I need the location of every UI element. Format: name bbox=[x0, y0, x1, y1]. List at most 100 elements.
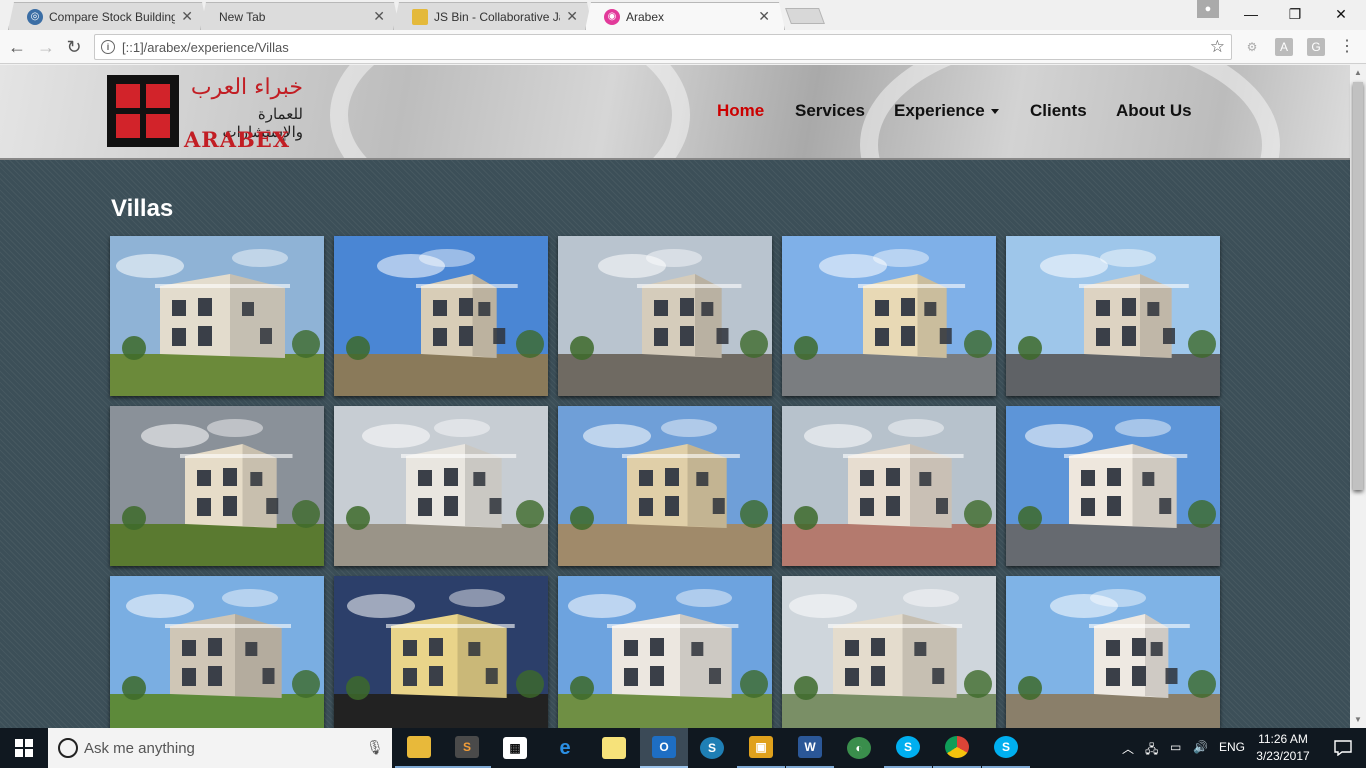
tab-title: Arabex bbox=[626, 9, 665, 24]
nav-experience[interactable]: Experience bbox=[894, 101, 999, 121]
villa-thumbnail[interactable] bbox=[782, 576, 996, 728]
search-placeholder: Ask me anything bbox=[84, 740, 195, 757]
sandboxie-icon: ▣ bbox=[749, 736, 773, 758]
villa-thumbnail[interactable] bbox=[1006, 406, 1220, 566]
show-hidden-icons-icon[interactable]: ︿ bbox=[1122, 740, 1134, 757]
close-tab-icon[interactable]: ✕ bbox=[373, 8, 385, 25]
close-tab-icon[interactable]: ✕ bbox=[758, 8, 770, 25]
browser-toolbar: ← → ↻ i [::1]/arabex/experience/Villas ☆… bbox=[0, 30, 1366, 64]
villa-thumbnail[interactable] bbox=[558, 406, 772, 566]
taskbar-network-app[interactable]: ◐ bbox=[835, 728, 883, 768]
villa-photo bbox=[110, 236, 324, 396]
villa-photo bbox=[782, 236, 996, 396]
page-viewport: خبراء العرب للعمارة والإستشارات ARABEX H… bbox=[0, 65, 1350, 728]
villa-thumbnail[interactable] bbox=[110, 576, 324, 728]
scroll-up-icon[interactable]: ▲ bbox=[1350, 65, 1366, 81]
taskbar-chrome[interactable] bbox=[933, 728, 981, 768]
scrollbar-thumb[interactable] bbox=[1353, 82, 1363, 490]
new-tab-button[interactable] bbox=[785, 8, 825, 24]
tab-jsbin[interactable]: JS Bin - Collaborative Jav ✕ bbox=[393, 2, 593, 30]
villa-thumbnail[interactable] bbox=[558, 576, 772, 728]
edge-icon: e bbox=[559, 736, 571, 759]
address-bar[interactable]: i [::1]/arabex/experience/Villas ☆ bbox=[94, 34, 1232, 60]
logo-latin-name: ARABEX bbox=[184, 127, 291, 152]
settings-extension-icon[interactable]: ⚙ bbox=[1243, 38, 1261, 56]
nav-clients[interactable]: Clients bbox=[1030, 101, 1087, 121]
action-center-icon[interactable] bbox=[1320, 728, 1366, 768]
volume-icon[interactable]: 🔊 bbox=[1193, 740, 1208, 754]
tab-strip: ◎ Compare Stock Building ✕ New Tab ✕ JS … bbox=[0, 0, 1366, 30]
battery-icon[interactable]: ▭ bbox=[1170, 740, 1181, 754]
taskbar-file-explorer[interactable] bbox=[395, 728, 443, 768]
taskbar-skype-business[interactable]: S bbox=[982, 728, 1030, 768]
back-icon[interactable]: ← bbox=[6, 36, 28, 58]
taskbar-app-s[interactable]: S bbox=[688, 728, 736, 768]
restore-button[interactable]: ❐ bbox=[1272, 0, 1318, 28]
start-button[interactable] bbox=[0, 728, 48, 768]
nav-about-us[interactable]: About Us bbox=[1116, 101, 1192, 121]
store-icon: ▦ bbox=[503, 737, 527, 759]
taskbar-word[interactable]: W bbox=[786, 728, 834, 768]
minimize-button[interactable]: — bbox=[1228, 0, 1274, 28]
clock-time: 11:26 AM bbox=[1258, 732, 1308, 746]
language-indicator[interactable]: ENG bbox=[1219, 740, 1245, 754]
menu-icon[interactable]: ⋮ bbox=[1338, 38, 1356, 56]
page-scrollbar[interactable]: ▲ ▼ bbox=[1350, 65, 1366, 728]
villa-thumbnail[interactable] bbox=[110, 236, 324, 396]
taskbar-sandboxie[interactable]: ▣ bbox=[737, 728, 785, 768]
villa-photo bbox=[334, 236, 548, 396]
url-text: [::1]/arabex/experience/Villas bbox=[122, 40, 289, 55]
reload-icon[interactable]: ↻ bbox=[63, 36, 85, 58]
villa-thumbnail[interactable] bbox=[782, 236, 996, 396]
taskbar-skype[interactable]: S bbox=[884, 728, 932, 768]
villa-photo bbox=[110, 576, 324, 728]
caret-down-icon bbox=[990, 109, 999, 115]
villa-photo bbox=[1006, 406, 1220, 566]
nav-experience-label: Experience bbox=[894, 101, 985, 120]
site-header: خبراء العرب للعمارة والإستشارات ARABEX H… bbox=[0, 65, 1350, 160]
villa-thumbnail[interactable] bbox=[334, 236, 548, 396]
info-icon[interactable]: i bbox=[101, 40, 115, 54]
forward-icon[interactable]: → bbox=[35, 36, 57, 58]
file-explorer-icon bbox=[407, 736, 431, 758]
villa-thumbnail[interactable] bbox=[558, 236, 772, 396]
tab-title: New Tab bbox=[219, 9, 266, 24]
nav-services[interactable]: Services bbox=[795, 101, 865, 121]
scroll-down-icon[interactable]: ▼ bbox=[1350, 712, 1366, 728]
arabex-icon: ◉ bbox=[604, 9, 620, 25]
villa-thumbnail[interactable] bbox=[110, 406, 324, 566]
microphone-icon[interactable]: 🎙 bbox=[366, 739, 384, 756]
tab-compare-stock[interactable]: ◎ Compare Stock Building ✕ bbox=[8, 2, 208, 30]
close-tab-icon[interactable]: ✕ bbox=[566, 8, 578, 25]
nav-home[interactable]: Home bbox=[717, 101, 764, 121]
villa-thumbnail[interactable] bbox=[334, 576, 548, 728]
villa-thumbnail[interactable] bbox=[1006, 236, 1220, 396]
taskbar-sticky-notes[interactable] bbox=[590, 728, 638, 768]
taskbar-store[interactable]: ▦ bbox=[491, 728, 539, 768]
taskbar-outlook[interactable]: O bbox=[640, 728, 688, 768]
user-profile-icon[interactable]: ● bbox=[1197, 0, 1219, 18]
bookmark-star-icon[interactable]: ☆ bbox=[1210, 37, 1225, 57]
villa-thumbnail[interactable] bbox=[334, 406, 548, 566]
taskbar-sublime-text[interactable]: S bbox=[443, 728, 491, 768]
close-tab-icon[interactable]: ✕ bbox=[181, 8, 193, 25]
app-s-icon: S bbox=[700, 737, 724, 759]
cortana-search-box[interactable]: Ask me anything 🎙 bbox=[48, 728, 392, 768]
villa-photo bbox=[1006, 236, 1220, 396]
villa-thumbnail[interactable] bbox=[1006, 576, 1220, 728]
villa-photo bbox=[334, 576, 548, 728]
jsbin-icon bbox=[412, 9, 428, 25]
grammarly-extension-icon[interactable]: G bbox=[1307, 38, 1325, 56]
tab-new-tab[interactable]: New Tab ✕ bbox=[200, 2, 400, 30]
tab-arabex[interactable]: ◉ Arabex ✕ bbox=[585, 2, 785, 30]
close-window-button[interactable]: ✕ bbox=[1318, 0, 1364, 28]
network-app-icon: ◐ bbox=[847, 737, 871, 759]
network-icon[interactable]: 🖧 bbox=[1145, 740, 1158, 761]
pdf-extension-icon[interactable]: A bbox=[1275, 38, 1293, 56]
system-clock[interactable]: 11:26 AM 3/23/2017 bbox=[1248, 731, 1318, 765]
taskbar-edge[interactable]: e bbox=[541, 728, 589, 768]
villa-thumbnail[interactable] bbox=[782, 406, 996, 566]
page-title: Villas bbox=[111, 195, 174, 222]
villa-photo bbox=[558, 576, 772, 728]
site-logo[interactable]: خبراء العرب للعمارة والإستشارات ARABEX bbox=[107, 75, 307, 152]
